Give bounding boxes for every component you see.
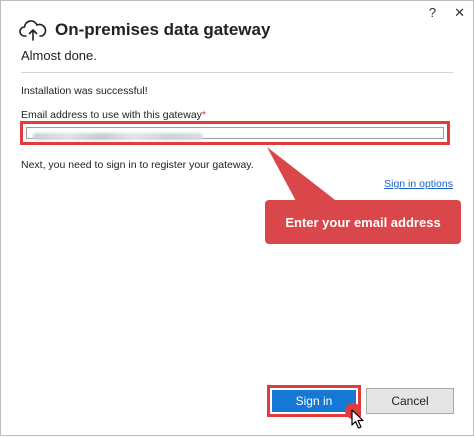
mouse-cursor-icon [351,409,364,429]
redacted-email-value [33,133,203,140]
app-title: On-premises data gateway [55,20,271,39]
required-marker: * [201,109,207,121]
close-button[interactable]: ✕ [454,5,465,21]
email-label-text: Email address to use with this gateway [21,109,202,121]
titlebar-buttons: ? ✕ [429,5,465,21]
callout-annotation: Enter your email address [265,200,461,244]
email-field[interactable] [26,127,444,140]
email-field-highlight [20,121,450,145]
success-message: Installation was successful! [21,85,148,97]
cloud-upload-icon [19,20,47,41]
next-step-message: Next, you need to sign in to register yo… [21,159,254,171]
callout-pointer [267,147,339,203]
page-subtitle: Almost done. [21,48,97,63]
signin-button[interactable]: Sign in [272,390,356,412]
help-button[interactable]: ? [429,5,436,21]
header-divider [21,72,453,73]
gateway-installer-window: ? ✕ On-premises data gateway Almost done… [0,0,474,436]
signin-options-link[interactable]: Sign in options [384,178,453,190]
email-field-label: Email address to use with this gateway* [21,109,206,121]
cancel-button[interactable]: Cancel [366,388,454,414]
